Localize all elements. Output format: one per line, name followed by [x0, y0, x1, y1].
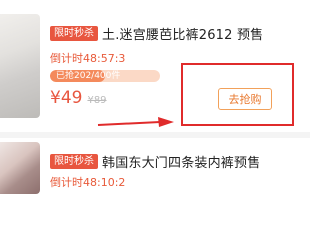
product-card-1[interactable]: 限时秒杀 土.迷宫腰芭比裤2612 预售 倒计时48:57:3 已抢202/40… [0, 0, 310, 132]
current-price: ¥49 [50, 88, 83, 108]
grab-deal-button[interactable]: 去抢购 [218, 88, 272, 110]
sold-progress-bar: 已抢202/400件 [50, 70, 160, 82]
product-thumbnail[interactable] [0, 142, 40, 194]
countdown-timer: 倒计时48:10:2 [50, 176, 126, 189]
original-price: ¥89 [87, 95, 107, 106]
flash-sale-badge: 限时秒杀 [50, 26, 98, 41]
product-title[interactable]: 韩国东大门四条装内裤预售 [102, 152, 260, 171]
product-card-2[interactable]: 限时秒杀 韩国东大门四条装内裤预售 倒计时48:10:2 [0, 138, 310, 200]
progress-label: 已抢202/400件 [56, 71, 121, 81]
annotation-arrow-icon [97, 117, 174, 127]
price-row: ¥49 ¥89 [50, 88, 107, 108]
countdown-row: 倒计时48:57:3 [50, 50, 125, 66]
title-row: 限时秒杀 韩国东大门四条装内裤预售 [50, 152, 260, 171]
countdown-timer: 倒计时48:57:3 [50, 52, 126, 65]
product-thumbnail[interactable] [0, 14, 40, 118]
flash-sale-badge: 限时秒杀 [50, 154, 98, 169]
countdown-row: 倒计时48:10:2 [50, 174, 125, 190]
product-title[interactable]: 土.迷宫腰芭比裤2612 预售 [102, 24, 263, 43]
title-row: 限时秒杀 土.迷宫腰芭比裤2612 预售 [50, 24, 263, 43]
